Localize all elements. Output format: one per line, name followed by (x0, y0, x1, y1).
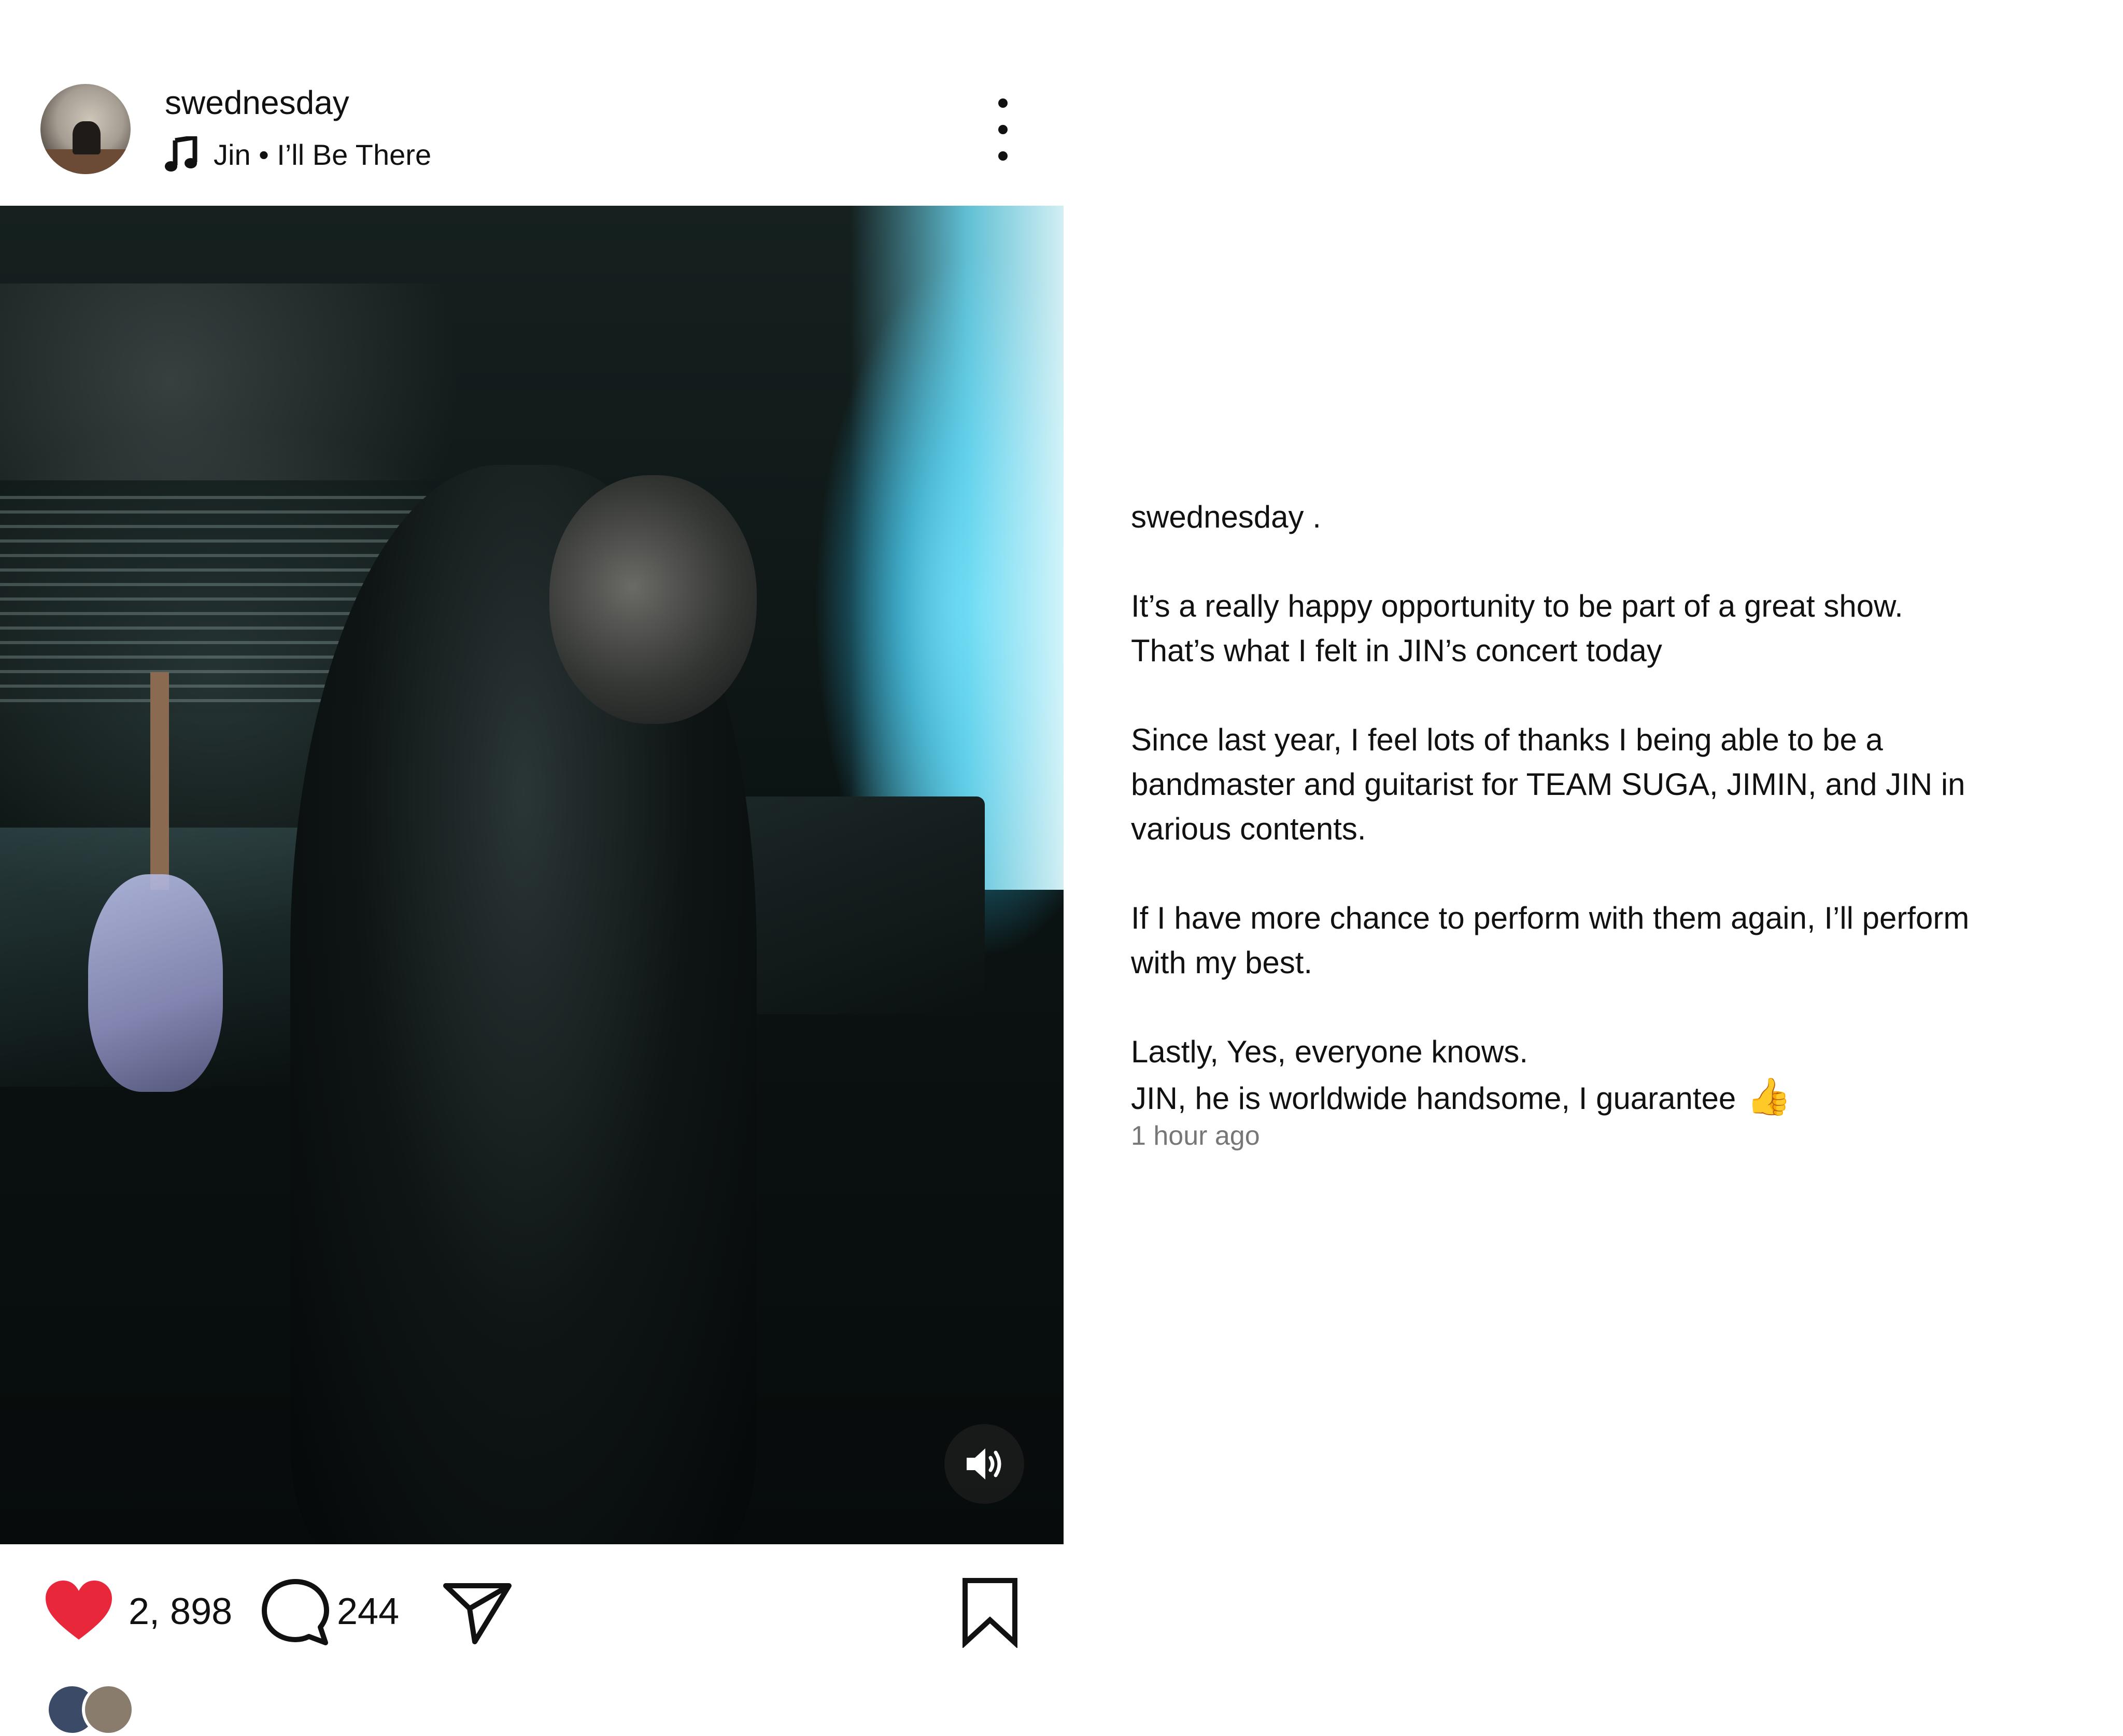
caption-paragraph: Since last year, I feel lots of thanks I… (1131, 718, 2105, 851)
sound-toggle-button[interactable] (944, 1424, 1024, 1504)
caption-line: If I have more chance to perform with th… (1131, 901, 1970, 935)
post-header: swednesday Jin • I’ll Be There (0, 0, 1066, 206)
music-note-icon (165, 136, 197, 172)
avatar-figure (73, 121, 101, 154)
photo-guitar-body (88, 874, 223, 1092)
comment-icon (262, 1579, 329, 1645)
liked-by-avatars[interactable] (46, 1683, 139, 1736)
post-caption: swednesday . It’s a really happy opportu… (1131, 495, 2105, 1121)
post-photo[interactable] (0, 206, 1064, 1544)
caption-line: Since last year, I feel lots of thanks I… (1131, 722, 1883, 757)
caption-line: That’s what I felt in JIN’s concert toda… (1131, 633, 1662, 668)
photo-amplifier (736, 796, 985, 1014)
username-link[interactable]: swednesday (165, 83, 349, 122)
photo-crowd (0, 283, 570, 480)
action-bar: 2, 898 244 (0, 1549, 1066, 1674)
caption-line: Lastly, Yes, everyone knows. (1131, 1034, 1528, 1069)
likes-count[interactable]: 2, 898 (129, 1590, 232, 1633)
more-options-button[interactable] (985, 98, 1021, 161)
post-timestamp: 1 hour ago (1131, 1121, 1260, 1151)
liked-by-avatar (82, 1683, 135, 1736)
send-icon (443, 1583, 512, 1644)
caption-line: with my best. (1131, 945, 1313, 980)
photo-person-head (549, 475, 757, 724)
more-vertical-icon (998, 98, 1008, 108)
photo-guitar-neck (150, 672, 169, 890)
more-vertical-icon-dot (998, 151, 1008, 161)
save-button[interactable] (954, 1549, 1026, 1674)
caption-line: various contents. (1131, 812, 1366, 846)
caption-username[interactable]: swednesday . (1131, 495, 2105, 539)
bookmark-icon (963, 1578, 1017, 1648)
photo-screen-glow (850, 206, 1064, 890)
caption-line: It’s a really happy opportunity to be pa… (1131, 589, 1903, 623)
like-button[interactable]: 2, 898 (43, 1549, 232, 1674)
caption-line-text: JIN, he is worldwide handsome, I guarant… (1131, 1081, 1736, 1116)
more-vertical-icon-dot (998, 125, 1008, 134)
caption-line: JIN, he is worldwide handsome, I guarant… (1131, 1074, 2105, 1121)
caption-paragraph: If I have more chance to perform with th… (1131, 896, 2105, 985)
heart-filled-icon (46, 1581, 112, 1640)
avatar[interactable] (40, 84, 131, 174)
music-attribution[interactable]: Jin • I’ll Be There (165, 134, 431, 175)
comment-button[interactable]: 244 (259, 1549, 399, 1674)
thumbs-up-emoji: 👍 (1746, 1076, 1792, 1117)
share-button[interactable] (441, 1549, 513, 1674)
music-track-text: Jin • I’ll Be There (214, 138, 432, 171)
volume-on-icon (967, 1448, 1001, 1479)
caption-paragraph: It’s a really happy opportunity to be pa… (1131, 584, 2105, 673)
caption-line: bandmaster and guitarist for TEAM SUGA, … (1131, 767, 1965, 802)
caption-paragraph: Lastly, Yes, everyone knows. JIN, he is … (1131, 1030, 2105, 1121)
comments-count[interactable]: 244 (337, 1590, 399, 1633)
